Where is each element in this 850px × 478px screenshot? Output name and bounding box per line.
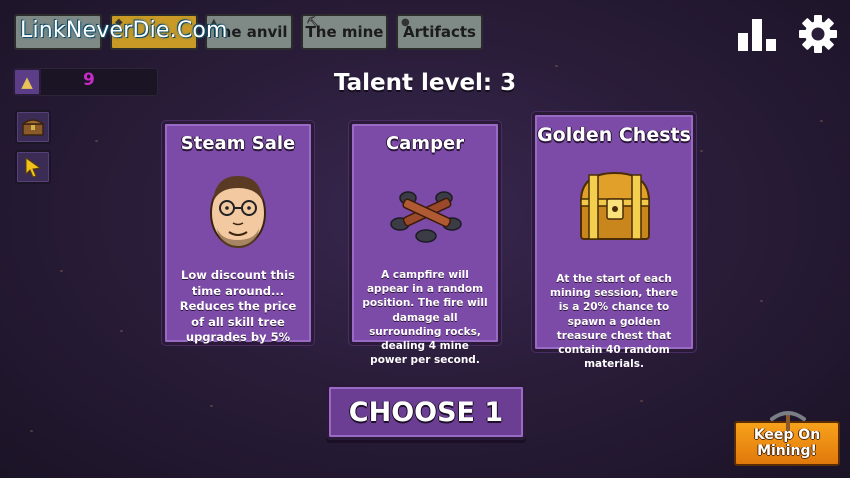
card-description: At the start of each mining session, the…	[550, 273, 678, 371]
background-speck	[555, 65, 558, 67]
choose-button[interactable]: CHOOSE 1	[326, 384, 526, 440]
background-speck	[640, 400, 643, 402]
background-speck	[120, 330, 123, 332]
card-title: Camper	[385, 133, 465, 154]
background-speck	[95, 140, 98, 142]
pickaxe-tab-icon: ⛏	[306, 17, 319, 28]
stats-icon[interactable]	[738, 17, 780, 51]
talent-card-camper[interactable]: Camper A campfire will appear in a rando…	[349, 121, 501, 366]
keep-on-mining-label: Keep On Mining!	[753, 427, 821, 459]
background-speck	[210, 405, 213, 407]
tab-the-mine[interactable]: ⛏ The mine	[301, 14, 388, 50]
background-speck	[760, 300, 763, 302]
background-speck	[820, 120, 823, 122]
talent-card-golden-chests[interactable]: Golden Chests At the start of each minin…	[532, 112, 696, 370]
treasure-chest-icon	[22, 119, 44, 136]
golden-chest	[579, 171, 651, 240]
chest-side-button[interactable]	[15, 110, 51, 144]
background-speck	[30, 430, 33, 432]
pickaxe-icon	[770, 411, 806, 431]
campfire-logs	[390, 191, 462, 243]
tab-artifacts[interactable]: ● Artifacts	[396, 14, 483, 50]
tab-label: Artifacts	[403, 23, 476, 41]
watermark: LinkNeverDie.Com	[20, 18, 228, 43]
cursor-arrow-icon	[25, 157, 42, 177]
background-speck	[700, 150, 703, 152]
background-speck	[60, 270, 63, 272]
gear-icon[interactable]	[798, 14, 838, 54]
bearded-man-portrait	[210, 176, 266, 248]
card-description: A campfire will appear in a random posit…	[362, 269, 488, 367]
cursor-side-button[interactable]	[15, 150, 51, 184]
talent-level-title: Talent level: 3	[333, 70, 517, 96]
artifact-icon: ●	[401, 17, 410, 28]
talent-card-steam-sale[interactable]: Steam Sale Low discount this time around…	[162, 121, 314, 345]
card-description: Low discount this time around... Reduces…	[179, 268, 297, 345]
card-title: Steam Sale	[180, 133, 296, 154]
card-title: Golden Chests	[537, 124, 691, 146]
